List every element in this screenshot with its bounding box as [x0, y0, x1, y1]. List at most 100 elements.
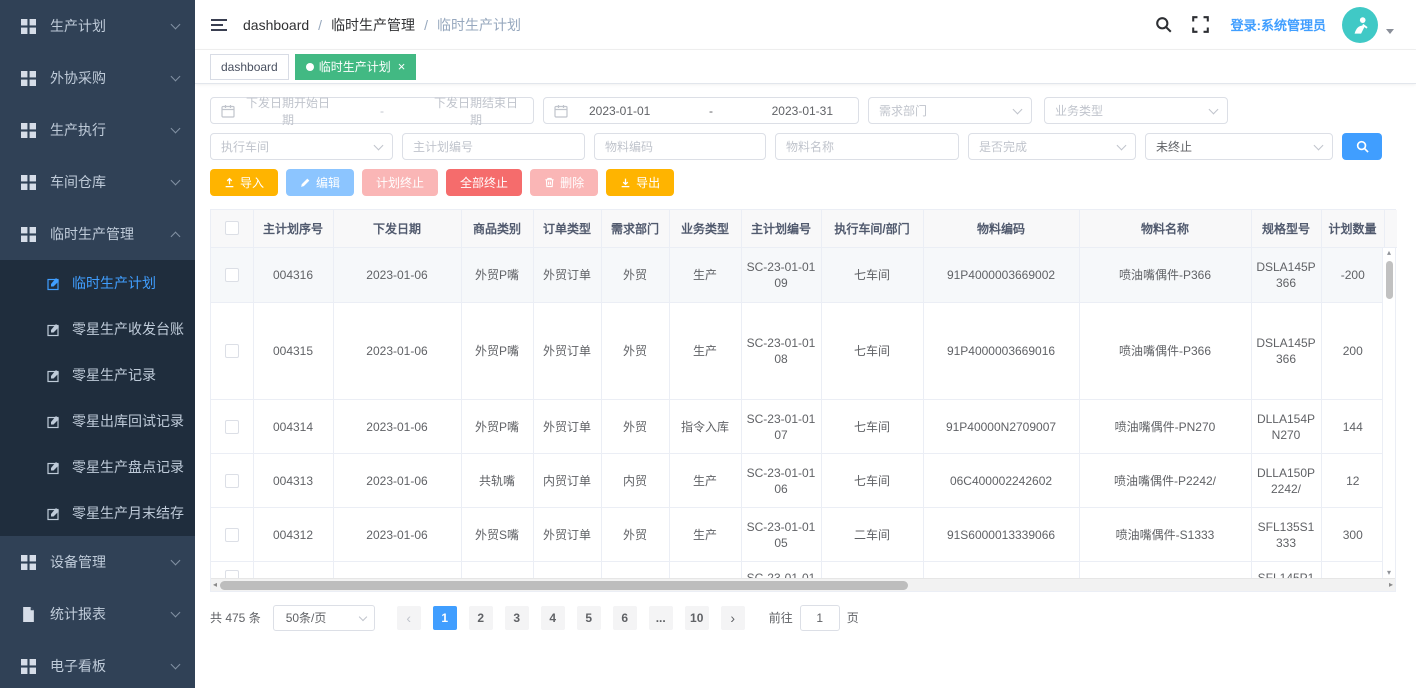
delete-button[interactable]: 删除	[530, 169, 598, 196]
vertical-scroll-thumb[interactable]	[1386, 261, 1393, 299]
table-cell	[669, 562, 741, 578]
row-checkbox[interactable]	[225, 344, 239, 358]
sidebar-item-sporadic-outbound-record[interactable]: 零星出库回试记录	[0, 398, 195, 444]
material-code-input[interactable]: 物料编码	[594, 133, 766, 160]
sidebar-item-sporadic-month-end-balance[interactable]: 零星生产月末结存	[0, 490, 195, 536]
tab-label: dashboard	[221, 60, 278, 74]
trash-icon	[544, 177, 555, 188]
table-cell: 004316	[253, 248, 333, 303]
termination-select[interactable]: 未终止	[1145, 133, 1333, 160]
page-button-5[interactable]: 5	[577, 606, 601, 630]
table-cell: 生产	[669, 248, 741, 303]
edit-button[interactable]: 编辑	[286, 169, 354, 196]
row-checkbox[interactable]	[225, 474, 239, 488]
search-button[interactable]	[1342, 133, 1382, 160]
table-cell: 2023-01-06	[333, 248, 461, 303]
sidebar-item-production-execution[interactable]: 生产执行	[0, 104, 195, 156]
fullscreen-icon[interactable]	[1192, 16, 1209, 33]
plan-no-input[interactable]: 主计划编号	[402, 133, 585, 160]
scroll-down-icon[interactable]: ▾	[1387, 568, 1391, 578]
sidebar-item-electronic-board[interactable]: 电子看板	[0, 640, 195, 688]
table-cell: SC-23-01-0109	[741, 248, 821, 303]
page-button-6[interactable]: 6	[613, 606, 637, 630]
dispatch-date-range-picker[interactable]: 下发日期开始日期 - 下发日期结束日期	[210, 97, 534, 124]
sidebar-item-sporadic-production-record[interactable]: 零星生产记录	[0, 352, 195, 398]
select-all-checkbox[interactable]	[225, 221, 239, 235]
sidebar-item-workshop-warehouse[interactable]: 车间仓库	[0, 156, 195, 208]
document-icon	[21, 607, 36, 622]
column-header: 执行车间/部门	[821, 210, 923, 247]
page-button-2[interactable]: 2	[469, 606, 493, 630]
table-cell: DSLA145P366	[1251, 303, 1321, 400]
row-checkbox[interactable]	[225, 570, 239, 578]
demand-dept-select[interactable]: 需求部门	[868, 97, 1032, 124]
page-button-10[interactable]: 10	[685, 606, 709, 630]
calendar-icon	[221, 104, 235, 118]
plan-terminate-button[interactable]: 计划终止	[362, 169, 438, 196]
button-label: 导出	[636, 174, 660, 191]
chevron-down-icon	[171, 176, 181, 186]
table-cell: 喷油嘴偶件-P366	[1079, 303, 1251, 400]
horizontal-scroll-thumb[interactable]	[220, 581, 908, 590]
sidebar-item-sporadic-stocktake-record[interactable]: 零星生产盘点记录	[0, 444, 195, 490]
table-cell: 外贸P嘴	[461, 248, 533, 303]
sidebar-item-statistics-reports[interactable]: 统计报表	[0, 588, 195, 640]
upload-icon	[224, 177, 235, 188]
table-cell: 七车间	[821, 248, 923, 303]
vertical-scrollbar[interactable]: ▴ ▾	[1382, 248, 1395, 578]
table-cell: 004315	[253, 303, 333, 400]
avatar[interactable]	[1342, 7, 1378, 43]
horizontal-scrollbar[interactable]: ◂ ▸	[211, 578, 1395, 591]
pagination: 共 475 条 50条/页 ‹ 1 2 3 4 5 6 ... 10 › 前往 …	[210, 605, 1401, 631]
login-label[interactable]: 登录:系统管理员	[1231, 15, 1326, 34]
edit-icon	[47, 322, 61, 336]
tab-dashboard[interactable]: dashboard	[210, 54, 289, 80]
prev-page-button[interactable]: ‹	[397, 606, 421, 630]
row-select-cell	[211, 303, 253, 400]
header-filler	[1384, 210, 1397, 247]
business-type-select[interactable]: 业务类型	[1044, 97, 1228, 124]
breadcrumb-dashboard[interactable]: dashboard	[243, 17, 309, 33]
chevron-down-icon	[171, 556, 181, 566]
export-button[interactable]: 导出	[606, 169, 674, 196]
row-checkbox[interactable]	[225, 268, 239, 282]
sidebar-item-temp-production-mgmt[interactable]: 临时生产管理	[0, 208, 195, 260]
search-icon[interactable]	[1155, 16, 1172, 33]
more-pages-button[interactable]: ...	[649, 606, 673, 630]
close-icon[interactable]: ×	[398, 60, 406, 73]
workshop-select[interactable]: 执行车间	[210, 133, 393, 160]
page-button-1[interactable]: 1	[433, 606, 457, 630]
table-row: SC-23-01-01SFL145P168	[211, 562, 1384, 578]
tab-temp-production-plan[interactable]: 临时生产计划 ×	[295, 54, 417, 80]
terminate-all-button[interactable]: 全部终止	[446, 169, 522, 196]
import-button[interactable]: 导入	[210, 169, 278, 196]
scroll-up-icon[interactable]: ▴	[1387, 248, 1391, 258]
goto-page-input[interactable]	[800, 605, 840, 631]
sidebar-item-label: 临时生产管理	[50, 224, 172, 244]
next-page-button[interactable]: ›	[721, 606, 745, 630]
material-name-input[interactable]: 物料名称	[775, 133, 959, 160]
breadcrumb-temp-production-mgmt[interactable]: 临时生产管理	[331, 15, 415, 35]
row-checkbox[interactable]	[225, 528, 239, 542]
table-cell: SC-23-01-0105	[741, 508, 821, 562]
table-cell: 2023-01-06	[333, 303, 461, 400]
scroll-left-icon[interactable]: ◂	[213, 581, 217, 589]
sidebar-item-temp-production-plan[interactable]: 临时生产计划	[0, 260, 195, 306]
caret-down-icon[interactable]	[1386, 29, 1394, 34]
create-date-range-picker[interactable]: 2023-01-01 - 2023-01-31	[543, 97, 859, 124]
table-cell: 外贸订单	[533, 508, 601, 562]
page-size-select[interactable]: 50条/页	[273, 605, 375, 631]
sidebar-item-sporadic-receipt-ledger[interactable]: 零星生产收发台账	[0, 306, 195, 352]
page-button-3[interactable]: 3	[505, 606, 529, 630]
is-completed-select[interactable]: 是否完成	[968, 133, 1136, 160]
sidebar-item-outsourcing-purchase[interactable]: 外协采购	[0, 52, 195, 104]
sidebar-item-production-plan[interactable]: 生产计划	[0, 0, 195, 52]
row-checkbox[interactable]	[225, 420, 239, 434]
sidebar-item-label: 电子看板	[50, 656, 172, 676]
chevron-down-icon	[171, 660, 181, 670]
page-button-4[interactable]: 4	[541, 606, 565, 630]
sidebar-item-equipment-mgmt[interactable]: 设备管理	[0, 536, 195, 588]
column-header: 商品类别	[461, 210, 533, 247]
scroll-right-icon[interactable]: ▸	[1389, 581, 1393, 589]
hamburger-icon[interactable]	[211, 19, 227, 31]
